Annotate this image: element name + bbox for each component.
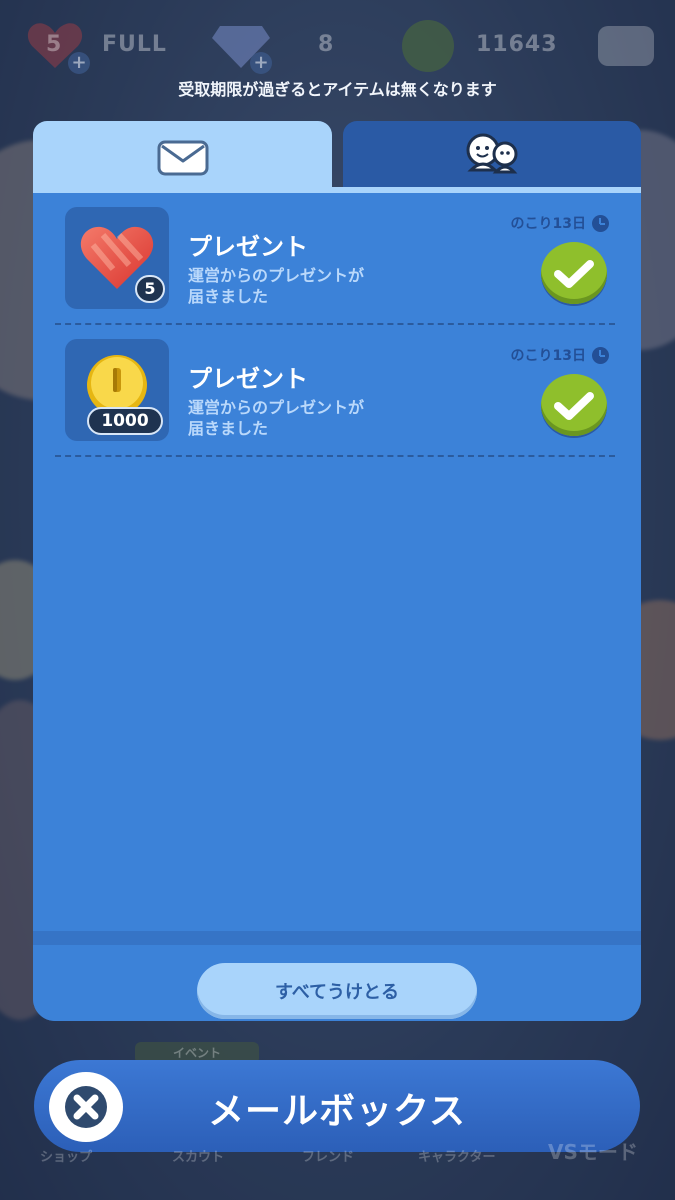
nav-label-character: キャラクター (418, 1150, 496, 1165)
nav-label-scout: スカウト (172, 1150, 225, 1165)
mail-icon[interactable] (598, 26, 654, 66)
heart-status: FULL (102, 32, 167, 57)
item-subtitle: 運営からのプレゼントが 届きました (188, 397, 418, 439)
coin-icon (402, 20, 454, 72)
item-subtitle-line: 届きました (188, 287, 269, 306)
item-subtitle: 運営からのプレゼントが 届きました (188, 265, 418, 307)
receive-button[interactable] (541, 374, 607, 436)
reward-thumbnail: 5 (65, 207, 169, 309)
status-bar: 5 + FULL + 8 11643 (0, 18, 675, 74)
panel-footer: すべてうけとる (33, 931, 641, 1021)
nav-label-shop: ショップ (40, 1150, 93, 1165)
item-title: プレゼント (188, 365, 308, 393)
check-icon (554, 260, 594, 288)
friends-icon (466, 133, 518, 174)
list-item: 1000 プレゼント 運営からのプレゼントが 届きました のこり13日 (33, 325, 641, 457)
present-list: 5 プレゼント 運営からのプレゼントが 届きました のこり13日 1000 プレ… (33, 193, 641, 457)
receive-all-button[interactable]: すべてうけとる (197, 963, 477, 1019)
background-nav: ショップ スカウト フレンド キャラクター VSモード (0, 1140, 675, 1170)
add-gems-button[interactable]: + (250, 52, 272, 74)
expiry-notice: 受取期限が過ぎるとアイテムは無くなります (178, 80, 497, 99)
envelope-icon (157, 140, 208, 176)
heart-count: 5 (46, 32, 63, 57)
remaining-label: のこり13日 (510, 348, 586, 364)
nav-label-friend: フレンド (302, 1150, 355, 1165)
page-title: メールボックス (208, 1091, 466, 1132)
quantity-badge: 5 (135, 275, 165, 303)
remaining-time: のこり13日 (511, 345, 609, 365)
item-divider (55, 455, 615, 457)
list-item: 5 プレゼント 運営からのプレゼントが 届きました のこり13日 (33, 193, 641, 325)
tab-friends[interactable] (343, 121, 641, 187)
remaining-time: のこり13日 (511, 213, 609, 233)
coin-count: 11643 (476, 32, 558, 57)
mailbox-panel: 5 プレゼント 運営からのプレゼントが 届きました のこり13日 1000 プレ… (33, 121, 641, 1021)
item-subtitle-line: 運営からのプレゼントが (188, 266, 365, 285)
check-icon (554, 392, 594, 420)
clock-icon (592, 346, 609, 364)
item-subtitle-line: 運営からのプレゼントが (188, 398, 365, 417)
clock-icon (592, 214, 609, 232)
item-title: プレゼント (188, 233, 308, 261)
add-hearts-button[interactable]: + (68, 52, 90, 74)
reward-thumbnail: 1000 (65, 339, 169, 441)
present-list-area: 5 プレゼント 運営からのプレゼントが 届きました のこり13日 1000 プレ… (33, 187, 641, 1021)
gem-count: 8 (318, 32, 335, 57)
receive-button[interactable] (541, 242, 607, 304)
remaining-label: のこり13日 (510, 216, 586, 232)
tab-mail[interactable] (33, 121, 332, 193)
nav-label-vs-mode: VSモード (548, 1140, 638, 1164)
quantity-badge: 1000 (87, 407, 163, 435)
item-subtitle-line: 届きました (188, 419, 269, 438)
